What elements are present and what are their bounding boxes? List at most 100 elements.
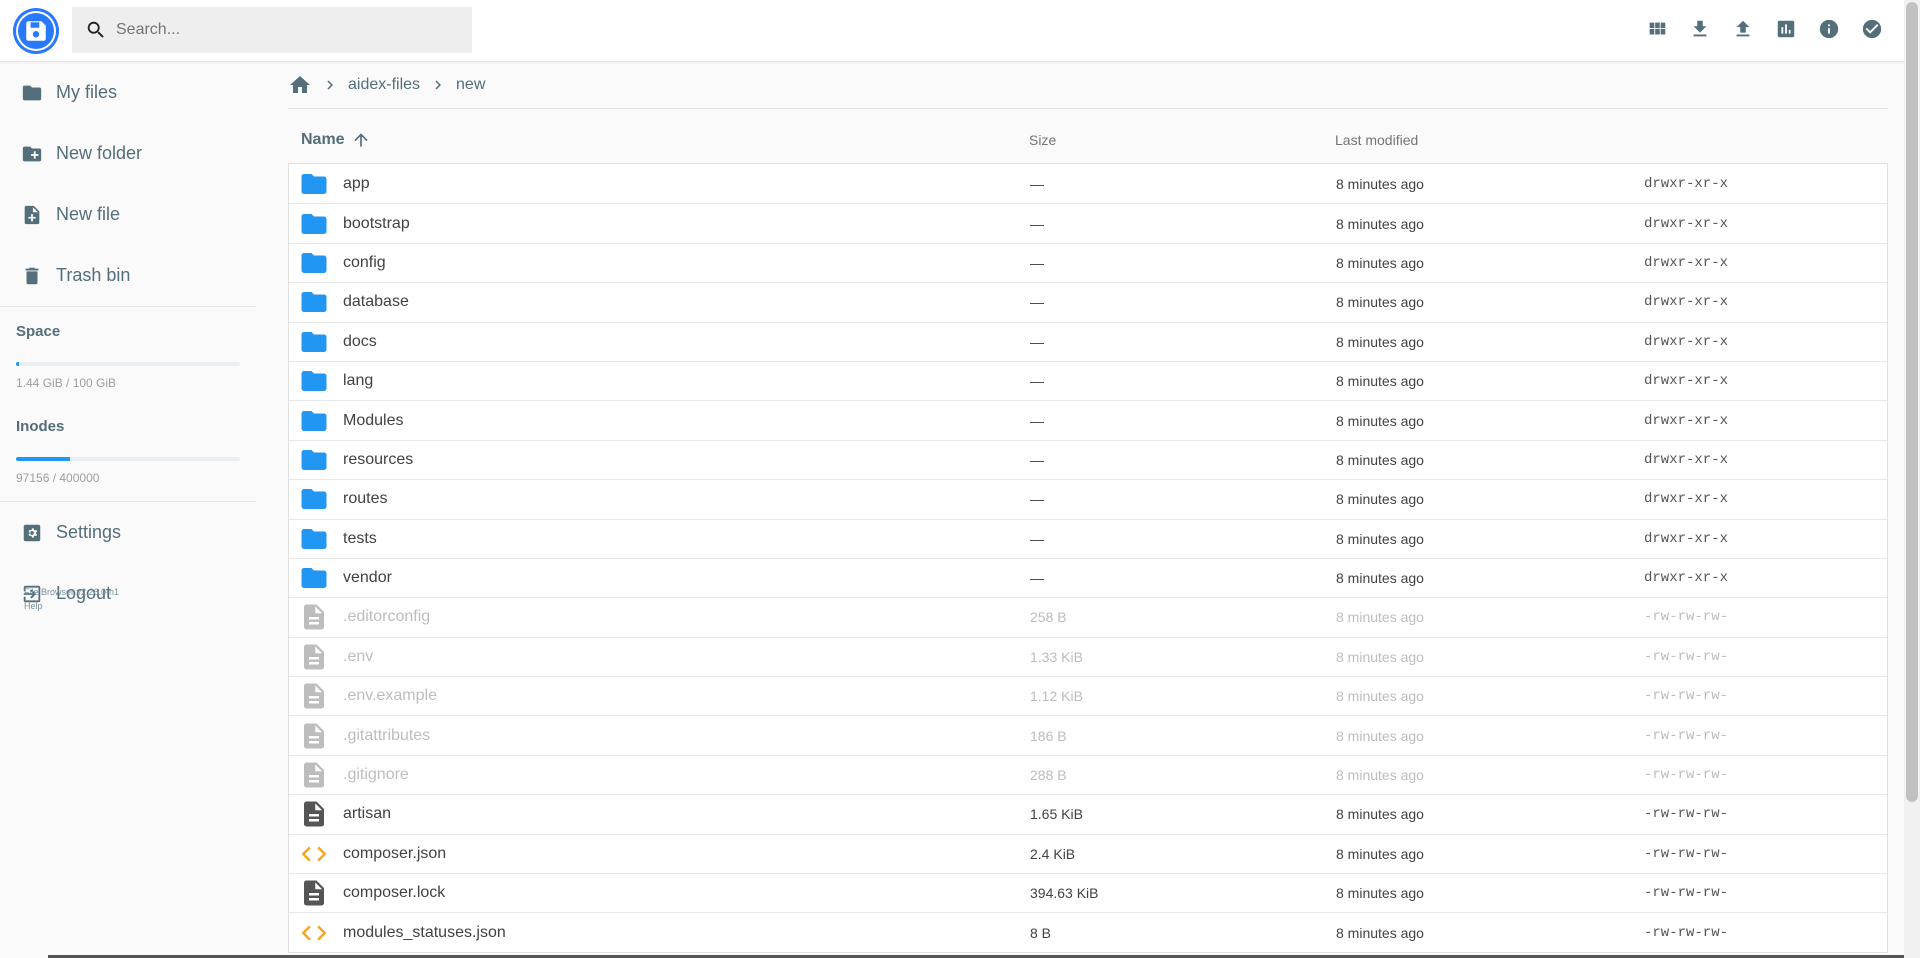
note-add-icon [20, 203, 44, 227]
row-size: 288 B [1030, 767, 1067, 784]
file-row[interactable]: .env 1.33 KiB 8 minutes ago -rw-rw-rw- [289, 636, 1887, 677]
row-size: 2.4 KiB [1030, 845, 1076, 862]
file-row[interactable]: modules_statuses.json 8 B 8 minutes ago -rw… [289, 912, 1887, 952]
home-icon[interactable] [288, 73, 312, 97]
folder-row[interactable]: Modules — 8 minutes ago drwxr-xr-x [289, 400, 1887, 440]
row-permissions: drwxr-xr-x [1644, 451, 1729, 468]
row-name: .env.example [343, 687, 437, 705]
file-row[interactable]: .gitignore 288 B 8 minutes ago -rw-rw-rw- [289, 754, 1887, 795]
row-name: bootstrap [343, 214, 410, 232]
row-name: database [343, 293, 409, 311]
download-icon[interactable] [1684, 13, 1716, 45]
folder-row[interactable]: config — 8 minutes ago drwxr-xr-x [289, 242, 1887, 283]
row-name: vendor [343, 569, 392, 587]
space-progress-bar [16, 362, 240, 366]
folder-row[interactable]: database — 8 minutes ago drwxr-xr-x [289, 282, 1887, 322]
file-row[interactable]: .env.example 1.12 KiB 8 minutes ago -rw-rw-… [289, 676, 1887, 716]
row-size: — [1030, 333, 1044, 350]
top-bar [0, 0, 1904, 62]
space-progress-fill [16, 362, 20, 366]
file-document-icon [289, 878, 343, 908]
folder-row[interactable]: tests — 8 minutes ago drwxr-xr-x [289, 518, 1887, 558]
row-modified: 8 minutes ago [1336, 215, 1424, 232]
sidebar-item-my-files[interactable]: My files [0, 62, 256, 123]
row-permissions: drwxr-xr-x [1644, 373, 1729, 390]
sidebar-item-new-file[interactable]: New file [0, 184, 256, 245]
folder-icon [289, 563, 343, 593]
row-size: — [1030, 254, 1044, 271]
sidebar-item-label: New folder [56, 143, 143, 163]
space-value: 1.44 GiB / 100 GiB [16, 376, 117, 390]
row-permissions: -rw-rw-rw- [1644, 767, 1729, 784]
folder-icon [289, 209, 343, 239]
row-size: — [1030, 451, 1044, 468]
folder-row[interactable]: app — 8 minutes ago drwxr-xr-x [289, 164, 1887, 204]
row-size: 394.63 KiB [1030, 885, 1099, 902]
row-modified: 8 minutes ago [1336, 806, 1424, 823]
folder-icon [289, 169, 343, 199]
row-modified: 8 minutes ago [1336, 294, 1424, 311]
row-modified: 8 minutes ago [1336, 609, 1424, 626]
file-row[interactable]: composer.json 2.4 KiB 8 minutes ago -rw-rw-… [289, 833, 1887, 874]
inodes-title: Inodes [16, 418, 65, 435]
row-modified: 8 minutes ago [1336, 845, 1424, 862]
row-permissions: -rw-rw-rw- [1644, 609, 1729, 626]
row-name: resources [343, 450, 414, 468]
folder-icon [20, 81, 44, 105]
column-header-modified[interactable]: Last modified [1335, 132, 1735, 148]
row-name: routes [343, 490, 388, 508]
info-icon[interactable] [1813, 13, 1845, 45]
row-modified: 8 minutes ago [1336, 254, 1424, 271]
folder-row[interactable]: bootstrap — 8 minutes ago drwxr-xr-x [289, 203, 1887, 243]
row-modified: 8 minutes ago [1336, 412, 1424, 429]
folder-row[interactable]: resources — 8 minutes ago drwxr-xr-x [289, 439, 1887, 480]
row-permissions: drwxr-xr-x [1644, 570, 1729, 587]
row-size: — [1030, 530, 1044, 547]
search-input[interactable] [116, 21, 456, 39]
file-row[interactable]: .gitattributes 186 B 8 minutes ago -rw-rw-r… [289, 715, 1887, 755]
breadcrumb-item[interactable]: aidex-files [348, 76, 420, 94]
file-row[interactable]: .editorconfig 258 B 8 minutes ago -rw-rw-rw… [289, 597, 1887, 637]
row-size: 186 B [1030, 727, 1067, 744]
row-name: modules_statuses.json [343, 923, 506, 941]
column-header-size[interactable]: Size [1029, 132, 1335, 148]
chart-icon[interactable] [1770, 13, 1802, 45]
sidebar-item-settings[interactable]: Settings [0, 502, 256, 563]
file-document-icon [289, 721, 343, 751]
row-size: — [1030, 570, 1044, 587]
row-name: .gitignore [343, 766, 409, 784]
folder-row[interactable]: lang — 8 minutes ago drwxr-xr-x [289, 360, 1887, 401]
row-name: lang [343, 372, 374, 390]
breadcrumb-divider [288, 108, 1888, 109]
row-modified: 8 minutes ago [1336, 688, 1424, 705]
folder-icon [289, 406, 343, 436]
file-row[interactable]: artisan 1.65 KiB 8 minutes ago -rw-rw-rw- [289, 794, 1887, 834]
row-name: Modules [343, 411, 404, 429]
folder-row[interactable]: vendor — 8 minutes ago drwxr-xr-x [289, 557, 1887, 598]
folder-row[interactable]: docs — 8 minutes ago drwxr-xr-x [289, 321, 1887, 361]
sidebar-item-label: Trash bin [56, 265, 131, 285]
search-box[interactable] [72, 7, 472, 53]
file-row[interactable]: composer.lock 394.63 KiB 8 minutes ago -rw-… [289, 873, 1887, 913]
help-link[interactable]: Help [24, 599, 119, 613]
sidebar-item-trash-bin[interactable]: Trash bin [0, 245, 256, 306]
breadcrumb-item[interactable]: new [456, 76, 485, 94]
chevron-right-icon [318, 73, 342, 97]
file-browser-logo[interactable] [16, 11, 56, 51]
sort-by-name[interactable]: Name [288, 130, 1029, 150]
row-size: 8 B [1030, 924, 1052, 941]
row-name: app [343, 174, 370, 192]
scrollbar[interactable] [1904, 0, 1920, 958]
row-modified: 8 minutes ago [1336, 333, 1424, 350]
credits: File Browser v2.26.0-h1 Help [24, 585, 119, 613]
check-circle-icon[interactable] [1856, 13, 1888, 45]
row-size: 258 B [1030, 609, 1067, 626]
view-grid-icon[interactable] [1641, 13, 1673, 45]
row-permissions: drwxr-xr-x [1644, 530, 1729, 547]
sidebar-item-label: My files [56, 82, 118, 102]
upload-icon[interactable] [1727, 13, 1759, 45]
sidebar-item-new-folder[interactable]: New folder [0, 123, 256, 184]
scrollbar-thumb[interactable] [1906, 2, 1918, 802]
space-usage: Space 1.44 GiB / 100 GiB [0, 307, 256, 390]
folder-row[interactable]: routes — 8 minutes ago drwxr-xr-x [289, 479, 1887, 519]
